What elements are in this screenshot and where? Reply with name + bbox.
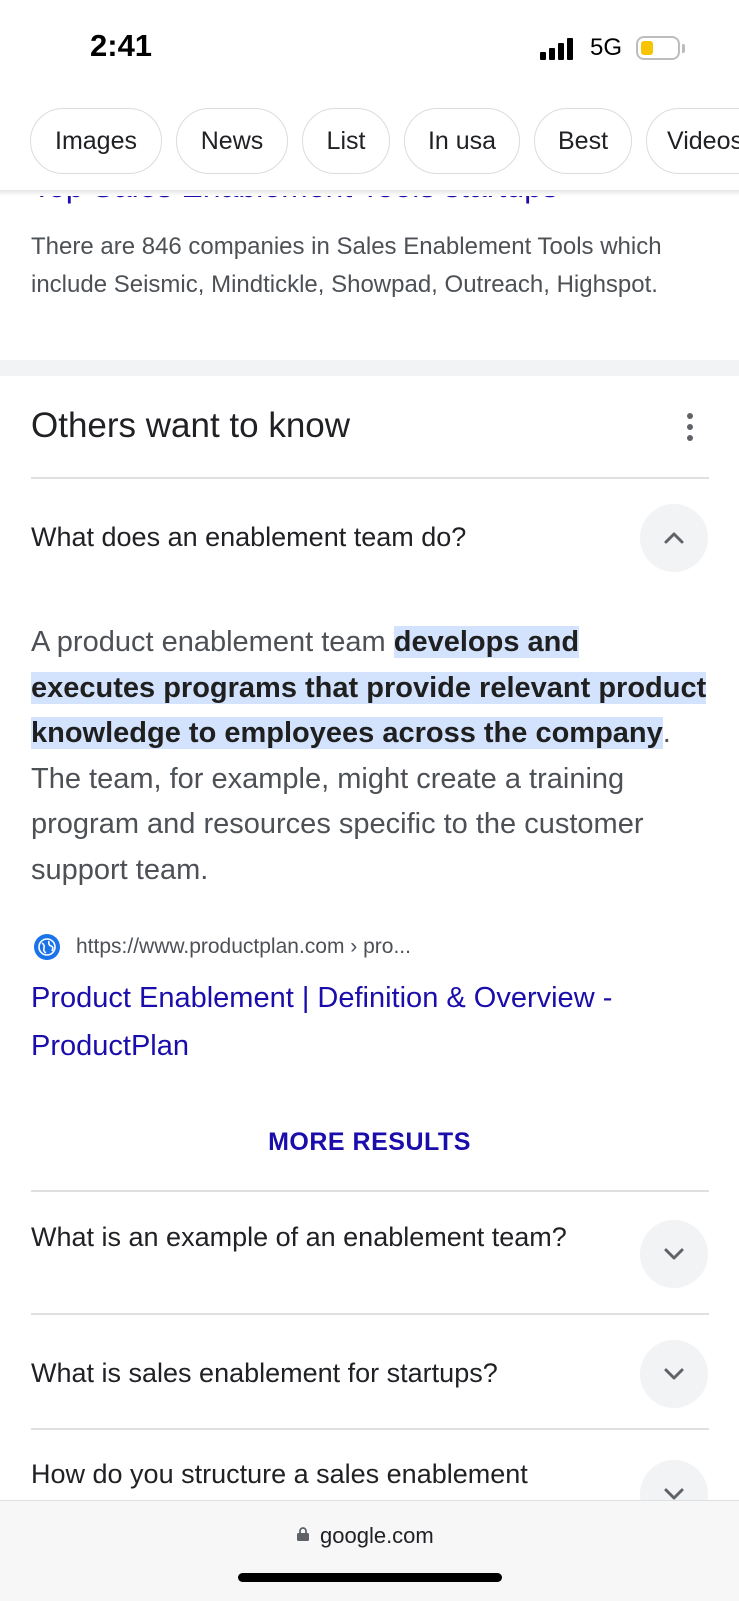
chip-videos[interactable]: Videos (646, 108, 739, 174)
expand-button[interactable] (640, 1340, 708, 1408)
section-separator (0, 360, 739, 376)
status-time: 2:41 (90, 28, 153, 63)
more-options-icon[interactable] (686, 412, 694, 442)
more-results-button[interactable]: MORE RESULTS (0, 1128, 739, 1157)
section-title: Others want to know (31, 406, 351, 445)
source-link[interactable]: Product Enablement | Definition & Overvi… (31, 974, 711, 1070)
divider (31, 477, 709, 479)
expand-button[interactable] (640, 1220, 708, 1288)
battery-icon (636, 36, 680, 60)
question-item[interactable]: What is sales enablement for startups? (31, 1354, 601, 1392)
home-indicator[interactable] (238, 1573, 502, 1582)
answer-text: A product enablement team develops and e… (31, 620, 711, 893)
divider (31, 1428, 709, 1430)
battery-tip (682, 44, 685, 53)
chip-news[interactable]: News (176, 108, 288, 174)
address-bar[interactable]: google.com (320, 1523, 434, 1549)
chevron-up-icon (664, 532, 684, 544)
chevron-down-icon (664, 1248, 684, 1260)
source-row[interactable]: https://www.productplan.com › pro... (34, 934, 411, 960)
chip-images[interactable]: Images (30, 108, 162, 174)
browser-bottom-bar (0, 1500, 739, 1601)
signal-icon (540, 38, 573, 60)
chip-list[interactable]: List (302, 108, 390, 174)
network-label: 5G (590, 34, 623, 61)
lock-icon (297, 1527, 309, 1541)
collapse-button[interactable] (640, 504, 708, 572)
chevron-down-icon (664, 1488, 684, 1500)
result-snippet: There are 846 companies in Sales Enablem… (31, 233, 662, 298)
chip-best[interactable]: Best (534, 108, 632, 174)
globe-icon (34, 934, 60, 960)
chip-in-usa[interactable]: In usa (404, 108, 520, 174)
divider (31, 1313, 709, 1315)
chevron-down-icon (664, 1368, 684, 1380)
divider (31, 1190, 709, 1192)
question-item[interactable]: What is an example of an enablement team… (31, 1218, 601, 1256)
question-expanded[interactable]: What does an enablement team do? (31, 518, 601, 556)
answer-prefix: A product enablement team (31, 626, 394, 658)
filter-chips: Images News List In usa Best Videos (0, 108, 739, 192)
source-url: https://www.productplan.com › pro... (76, 935, 411, 958)
chips-shadow (0, 190, 739, 196)
